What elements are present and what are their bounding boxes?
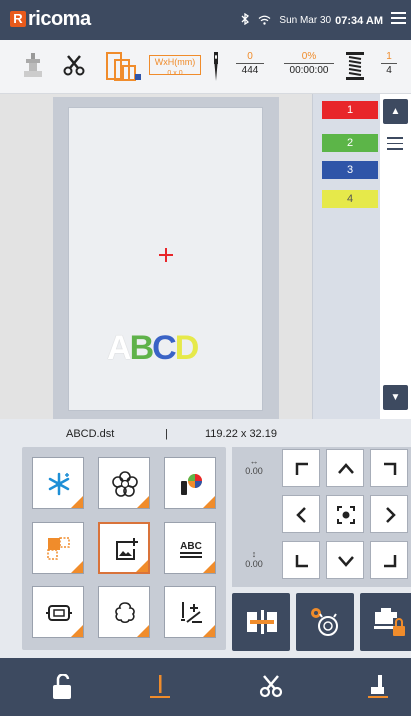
- jog-down-left-button[interactable]: [282, 541, 320, 579]
- thread-spool-icon: [346, 52, 364, 85]
- color-sequence-panel: 1 2 3 4: [312, 94, 380, 419]
- stitch-current: 0: [247, 51, 253, 62]
- file-name: ABCD.dst: [66, 428, 115, 440]
- status-time: 07:34 AM: [335, 14, 383, 27]
- flower-motif-button[interactable]: [98, 457, 150, 509]
- frame-trace-button[interactable]: [32, 586, 84, 638]
- add-image-button[interactable]: [98, 522, 150, 574]
- stitch-counter: 0 444: [236, 51, 264, 76]
- wifi-icon: [258, 14, 271, 28]
- jog-up-left-button[interactable]: [282, 449, 320, 487]
- needle-crosshair-icon: [159, 248, 173, 267]
- jog-up-button[interactable]: [326, 449, 364, 487]
- size-value: 0 x 0: [167, 70, 183, 77]
- jog-pad: ↔ 0.00 ↕ 0.00: [232, 447, 411, 587]
- edit-tool-grid: ABC: [22, 447, 226, 650]
- jog-left-button[interactable]: [282, 495, 320, 533]
- trim-thread-icon[interactable]: [258, 674, 284, 705]
- svg-text:ABC: ABC: [180, 541, 202, 552]
- machine-lock-button[interactable]: [360, 593, 411, 651]
- presser-foot-icon[interactable]: [366, 674, 390, 705]
- machine-settings-button[interactable]: [296, 593, 354, 651]
- color-swatch-3[interactable]: 3: [322, 161, 378, 179]
- jog-up-right-button[interactable]: [370, 449, 408, 487]
- scroll-down-button[interactable]: ▼: [383, 385, 408, 410]
- unlock-icon[interactable]: [50, 673, 74, 705]
- horizontal-arrows-icon: ↔: [249, 456, 259, 466]
- jog-center-button[interactable]: [326, 495, 364, 533]
- design-letter-b: B: [129, 329, 155, 367]
- hamburger-menu-icon[interactable]: [391, 12, 406, 25]
- color-palette-button[interactable]: [164, 457, 216, 509]
- machine-toolbar: WxH(mm) 0 x 0 0 444 0% 00:00:00 1 4: [0, 40, 411, 94]
- applique-shape-button[interactable]: [98, 586, 150, 638]
- machine-head-icon[interactable]: [22, 53, 44, 84]
- elapsed-time: 00:00:00: [284, 63, 334, 76]
- size-label: WxH(mm): [154, 57, 196, 67]
- design-letter-a: A: [107, 329, 132, 367]
- top-bar: R ricoma Sun Mar 30 07:34 AM: [0, 0, 411, 40]
- color-scroll-column: ▲ ▼: [380, 94, 411, 419]
- scroll-up-button[interactable]: ▲: [383, 99, 408, 124]
- color-total: 4: [381, 63, 397, 76]
- hoop-frame-icon[interactable]: [106, 52, 142, 87]
- stitch-edit-button[interactable]: [164, 586, 216, 638]
- y-offset-readout: ↕ 0.00: [242, 549, 266, 569]
- color-current: 1: [386, 51, 392, 62]
- stitch-total: 444: [236, 63, 264, 76]
- x-offset-readout: ↔ 0.00: [242, 456, 266, 476]
- jog-right-button[interactable]: [370, 495, 408, 533]
- logo-text: ricoma: [28, 8, 91, 30]
- file-info-bar: ABCD.dst | 119.22 x 32.19: [0, 419, 411, 447]
- bluetooth-icon: [241, 12, 250, 28]
- logo-mark: R: [10, 11, 26, 27]
- color-swatch-2[interactable]: 2: [322, 134, 378, 152]
- y-offset-value: 0.00: [245, 559, 263, 569]
- needle-position-icon[interactable]: [148, 674, 172, 705]
- design-preview[interactable]: ABCD: [107, 329, 200, 368]
- color-swatch-1[interactable]: 1: [322, 101, 378, 119]
- x-offset-value: 0.00: [245, 466, 263, 476]
- progress-counter: 0% 00:00:00: [284, 51, 334, 76]
- jog-down-button[interactable]: [326, 541, 364, 579]
- trim-scissors-icon[interactable]: [62, 54, 86, 83]
- vertical-arrows-icon: ↕: [251, 549, 257, 559]
- combine-designs-button[interactable]: [32, 522, 84, 574]
- bottom-navigation-bar: [0, 658, 411, 716]
- design-library-button[interactable]: [32, 457, 84, 509]
- status-area: Sun Mar 30 07:34 AM: [241, 12, 383, 28]
- progress-percent: 0%: [301, 51, 317, 62]
- jog-down-right-button[interactable]: [370, 541, 408, 579]
- design-letter-c: C: [152, 329, 177, 367]
- color-counter: 1 4: [381, 51, 397, 76]
- info-separator: |: [165, 428, 168, 440]
- text-lettering-button[interactable]: ABC: [164, 522, 216, 574]
- design-letter-d: D: [174, 329, 200, 367]
- ricoma-logo: R ricoma: [10, 9, 91, 29]
- design-size-box: WxH(mm) 0 x 0: [149, 55, 201, 77]
- trace-design-button[interactable]: [232, 593, 290, 651]
- design-canvas[interactable]: ABCD: [0, 94, 312, 419]
- needle-icon: [211, 52, 221, 87]
- status-date: Sun Mar 30: [279, 15, 332, 26]
- design-dimensions: 119.22 x 32.19: [205, 428, 277, 440]
- list-view-icon[interactable]: [387, 137, 403, 154]
- color-swatch-4[interactable]: 4: [322, 190, 378, 208]
